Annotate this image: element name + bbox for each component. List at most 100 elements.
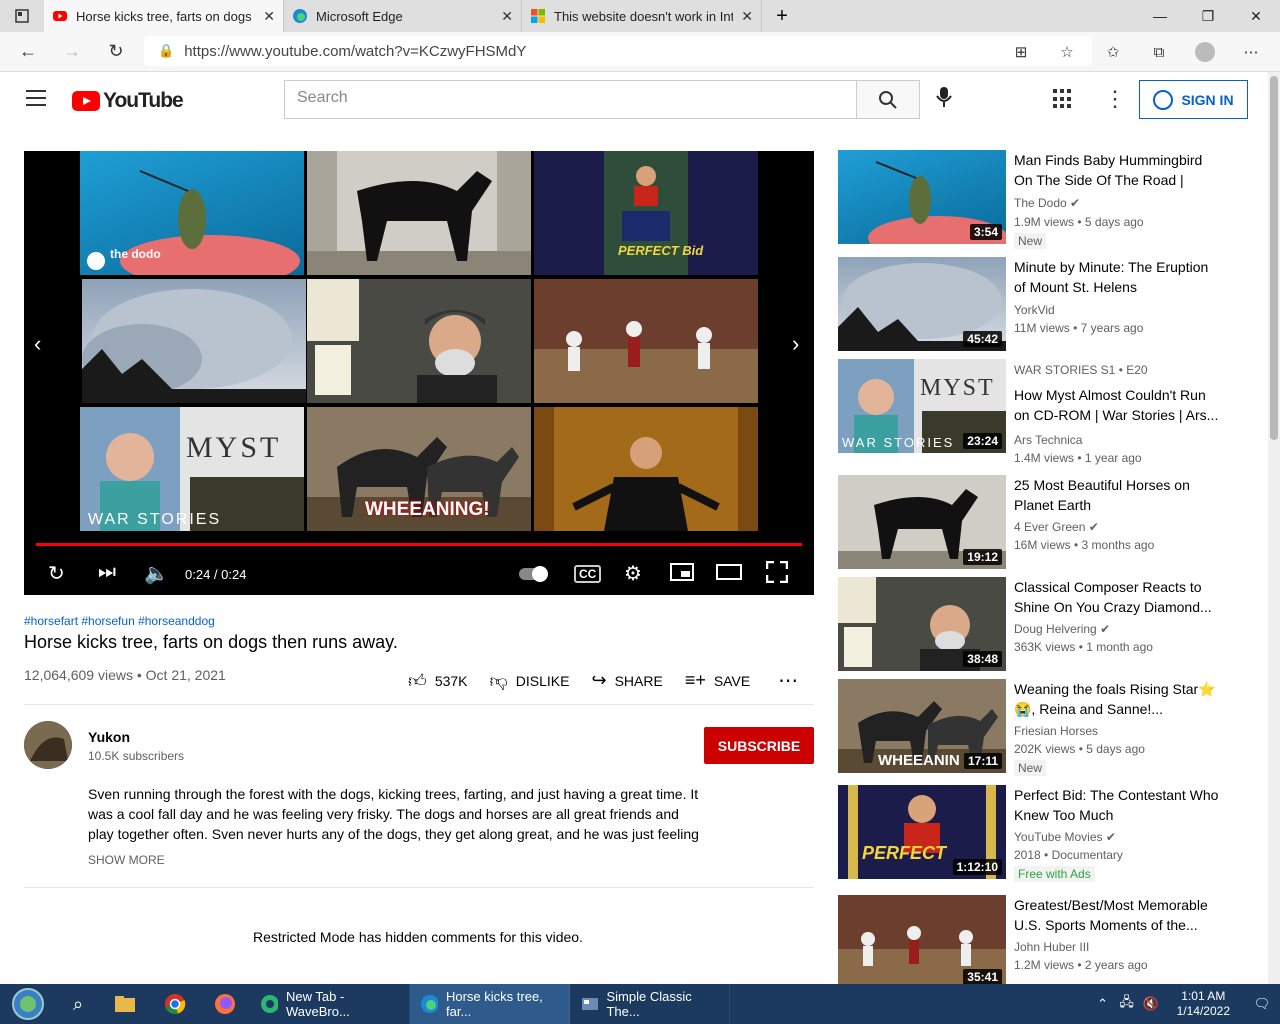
channel-name[interactable]: The Dodo ✔: [1014, 196, 1080, 210]
taskbar-clock[interactable]: 1:01 AM 1/14/2022: [1177, 989, 1230, 1019]
taskbar-app-edge[interactable]: Horse kicks tree, far...: [410, 984, 570, 1024]
network-icon[interactable]: 🖧: [1115, 984, 1139, 1024]
endscreen-war-stories[interactable]: MYST WAR STORIES: [80, 407, 304, 531]
next-video-icon[interactable]: ⏭: [98, 561, 116, 584]
add-favorite-icon[interactable]: ☆: [1044, 32, 1090, 72]
refresh-icon[interactable]: ↻: [94, 34, 138, 70]
share-button[interactable]: ↪ SHARE: [592, 670, 663, 691]
like-button[interactable]: 👍︎ 537K: [408, 670, 468, 692]
show-more-button[interactable]: SHOW MORE: [88, 853, 165, 867]
back-icon[interactable]: ←: [6, 34, 50, 70]
endscreen-speech[interactable]: [534, 407, 758, 531]
volume-muted-icon[interactable]: 🔇: [1139, 984, 1163, 1024]
apps-grid-icon[interactable]: [1053, 89, 1073, 109]
sign-in-button[interactable]: SIGN IN: [1139, 80, 1248, 119]
endscreen-perfect-bid[interactable]: PERFECT Bid: [534, 151, 758, 275]
more-actions-icon[interactable]: ⋯: [778, 668, 798, 693]
autoplay-toggle-icon[interactable]: [518, 565, 552, 589]
search-icon[interactable]: ⌕: [56, 984, 100, 1024]
firefox-icon[interactable]: [200, 984, 250, 1024]
channel-name[interactable]: Friesian Horses: [1014, 724, 1098, 738]
channel-name[interactable]: Doug Helvering ✔: [1014, 622, 1110, 636]
progress-bar[interactable]: [36, 543, 802, 546]
new-tab-button[interactable]: +: [762, 0, 802, 32]
subscribe-button[interactable]: SUBSCRIBE: [704, 727, 814, 764]
video-title[interactable]: Greatest/Best/Most Memorable U.S. Sports…: [1014, 895, 1220, 935]
video-thumbnail[interactable]: 19:12: [838, 475, 1006, 569]
favorites-icon[interactable]: ✩: [1090, 32, 1136, 72]
endscreen-composer[interactable]: [307, 279, 531, 403]
video-hashtags[interactable]: #horsefart #horsefun #horseanddog: [24, 614, 215, 628]
tab-website-incompatible[interactable]: This website doesn't work in Inte ✕: [522, 0, 762, 32]
address-bar[interactable]: 🔒 https://www.youtube.com/watch?v=KCzwyF…: [144, 36, 1092, 66]
video-thumbnail[interactable]: PERFECT 1:12:10: [838, 785, 1006, 879]
captions-icon[interactable]: CC: [574, 565, 602, 583]
video-thumbnail[interactable]: 45:42: [838, 257, 1006, 351]
video-title[interactable]: Man Finds Baby Hummingbird On The Side O…: [1014, 150, 1220, 190]
app-available-icon[interactable]: ⊞: [998, 32, 1044, 72]
video-thumbnail[interactable]: 38:48: [838, 577, 1006, 671]
channel-name[interactable]: 4 Ever Green ✔: [1014, 520, 1099, 534]
collections-icon[interactable]: ⧉: [1136, 32, 1182, 72]
channel-name[interactable]: YorkVid: [1014, 303, 1055, 317]
video-player[interactable]: the dodo PERFECT Bid MYST WAR STORIES WH…: [24, 151, 814, 595]
volume-icon[interactable]: 🔈: [144, 561, 169, 586]
profile-icon[interactable]: [1182, 32, 1228, 72]
show-hidden-icons-icon[interactable]: ⌃: [1091, 984, 1115, 1024]
theater-mode-icon[interactable]: [716, 563, 742, 587]
close-tab-icon[interactable]: ✕: [263, 8, 275, 25]
settings-more-icon[interactable]: ⋯: [1228, 32, 1274, 72]
video-title[interactable]: Perfect Bid: The Contestant Who Knew Too…: [1014, 785, 1220, 825]
endscreen-hummingbird[interactable]: the dodo: [80, 151, 304, 275]
search-input[interactable]: Search: [284, 80, 857, 119]
taskbar-app-classic-theme[interactable]: Simple Classic The...: [570, 984, 730, 1024]
miniplayer-icon[interactable]: [670, 563, 694, 587]
channel-name[interactable]: YouTube Movies ✔: [1014, 830, 1116, 844]
video-title[interactable]: Classical Composer Reacts to Shine On Yo…: [1014, 577, 1220, 617]
tab-microsoft-edge[interactable]: Microsoft Edge ✕: [284, 0, 522, 32]
minimize-icon[interactable]: —: [1136, 0, 1184, 32]
notifications-icon[interactable]: 🗨: [1244, 984, 1280, 1024]
channel-name[interactable]: Ars Technica: [1014, 433, 1082, 447]
replay-icon[interactable]: ↻: [48, 561, 65, 586]
video-title[interactable]: How Myst Almost Couldn't Run on CD-ROM |…: [1014, 385, 1220, 425]
file-explorer-icon[interactable]: [100, 984, 150, 1024]
fullscreen-icon[interactable]: [765, 560, 789, 589]
channel-name[interactable]: Yukon: [88, 729, 130, 745]
endscreen-weaning-foals[interactable]: WHEEANING!: [307, 407, 531, 531]
close-tab-icon[interactable]: ✕: [741, 8, 753, 25]
video-thumbnail[interactable]: 35:41: [838, 895, 1006, 989]
tab-actions-icon[interactable]: [0, 0, 44, 32]
save-button[interactable]: ≡+ SAVE: [685, 670, 750, 691]
video-title[interactable]: 25 Most Beautiful Horses on Planet Earth: [1014, 475, 1220, 515]
video-title[interactable]: Minute by Minute: The Eruption of Mount …: [1014, 257, 1220, 297]
menu-icon[interactable]: [26, 90, 46, 111]
chrome-icon[interactable]: [150, 984, 200, 1024]
settings-gear-icon[interactable]: ⚙: [624, 561, 642, 586]
close-tab-icon[interactable]: ✕: [501, 8, 513, 25]
channel-avatar[interactable]: [24, 721, 72, 769]
dislike-button[interactable]: 👎︎ DISLIKE: [490, 670, 570, 692]
endscreen-mount-st-helens[interactable]: [82, 279, 306, 403]
endscreen-prev-icon[interactable]: ‹: [34, 331, 41, 357]
youtube-logo[interactable]: YouTube: [72, 89, 184, 113]
tab-youtube-video[interactable]: Horse kicks tree, farts on dogs th ✕: [44, 0, 284, 32]
microphone-icon[interactable]: [936, 86, 952, 114]
endscreen-friesian-horse[interactable]: [307, 151, 531, 275]
search-button[interactable]: [856, 80, 920, 119]
channel-name[interactable]: John Huber III: [1014, 940, 1089, 954]
forward-icon[interactable]: →: [50, 34, 94, 70]
close-window-icon[interactable]: ✕: [1232, 0, 1280, 32]
video-thumbnail[interactable]: MYST WAR STORIES 23:24: [838, 359, 1006, 453]
taskbar-app-wavebrowser[interactable]: New Tab - WaveBro...: [250, 984, 410, 1024]
lock-icon[interactable]: 🔒: [158, 43, 174, 59]
restore-icon[interactable]: ❐: [1184, 0, 1232, 32]
scrollbar-thumb[interactable]: [1270, 76, 1278, 440]
start-button[interactable]: [0, 984, 56, 1024]
video-thumbnail[interactable]: 3:54: [838, 150, 1006, 244]
settings-dots-icon[interactable]: ⋮: [1104, 86, 1126, 112]
endscreen-next-icon[interactable]: ›: [792, 331, 799, 357]
video-thumbnail[interactable]: WHEEANIN 17:11: [838, 679, 1006, 773]
video-title[interactable]: Weaning the foals Rising Star⭐😭, Reina a…: [1014, 679, 1220, 719]
endscreen-sports[interactable]: [534, 279, 758, 403]
